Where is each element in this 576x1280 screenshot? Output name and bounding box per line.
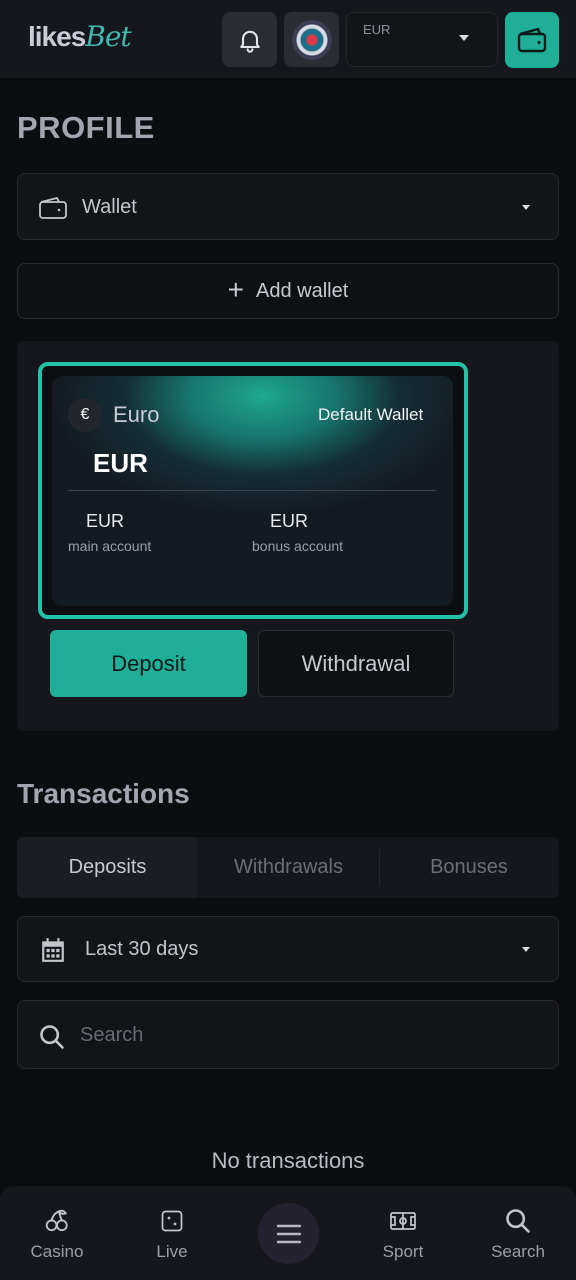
- wallet-name: Euro: [113, 402, 160, 427]
- transactions-title: Transactions: [17, 778, 190, 809]
- nav-sport[interactable]: Sport: [358, 1206, 448, 1262]
- main-account-currency: EUR: [86, 511, 125, 531]
- tab-withdrawals[interactable]: Withdrawals: [198, 837, 379, 898]
- notifications-button[interactable]: [222, 12, 277, 67]
- bonus-account-label: bonus account: [252, 538, 344, 554]
- nav-search[interactable]: Search: [473, 1206, 563, 1262]
- menu-icon: [276, 1224, 301, 1243]
- currency-selector[interactable]: EUR: [346, 12, 498, 67]
- plus-icon: +: [227, 273, 245, 305]
- wallet-currency: EUR: [93, 448, 148, 478]
- avatar: [291, 19, 332, 60]
- tab-bonuses[interactable]: Bonuses: [379, 837, 559, 898]
- search-icon: [40, 1025, 64, 1049]
- chevron-down-icon: [522, 947, 530, 952]
- wallet-dropdown-label: Wallet: [82, 196, 137, 218]
- add-wallet-button[interactable]: + Add wallet: [17, 263, 559, 319]
- wallet-button[interactable]: [505, 12, 559, 68]
- dice-icon: [161, 1210, 183, 1232]
- top-header: likesBet EUR: [0, 0, 576, 78]
- add-wallet-label: Add wallet: [256, 279, 349, 302]
- wallet-dropdown[interactable]: Wallet: [17, 173, 559, 240]
- deposit-button[interactable]: Deposit: [50, 630, 247, 697]
- default-wallet-label: Default Wallet: [318, 405, 424, 424]
- transaction-search: [17, 1000, 559, 1069]
- date-range-dropdown[interactable]: Last 30 days: [17, 916, 559, 982]
- menu-button[interactable]: [258, 1203, 319, 1264]
- wallet-icon: [39, 197, 67, 219]
- empty-state: No transactions: [211, 1148, 365, 1173]
- tab-deposits[interactable]: Deposits: [17, 837, 198, 898]
- site-logo[interactable]: likesBet: [28, 20, 132, 53]
- bell-icon: [239, 30, 260, 53]
- nav-casino[interactable]: Casino: [12, 1206, 102, 1262]
- cherries-icon: [45, 1209, 68, 1232]
- search-icon: [506, 1209, 530, 1233]
- wallet-icon: [517, 27, 547, 53]
- date-range-label: Last 30 days: [85, 938, 199, 960]
- main-account-label: main account: [68, 538, 152, 554]
- withdrawal-button[interactable]: Withdrawal: [258, 630, 454, 697]
- currency-label: EUR: [363, 22, 391, 37]
- nav-live[interactable]: Live: [127, 1206, 217, 1262]
- chevron-down-icon: [522, 205, 530, 210]
- search-input[interactable]: [80, 1015, 530, 1055]
- page-title: PROFILE: [17, 110, 155, 145]
- card-divider: [68, 490, 436, 491]
- field-icon: [390, 1212, 416, 1230]
- transaction-tabs: Deposits Withdrawals Bonuses: [17, 837, 559, 898]
- bonus-account-currency: EUR: [270, 511, 309, 531]
- euro-icon: €: [68, 398, 102, 432]
- calendar-icon: [42, 938, 64, 962]
- avatar-button[interactable]: [284, 12, 339, 67]
- chevron-down-icon: [459, 35, 469, 41]
